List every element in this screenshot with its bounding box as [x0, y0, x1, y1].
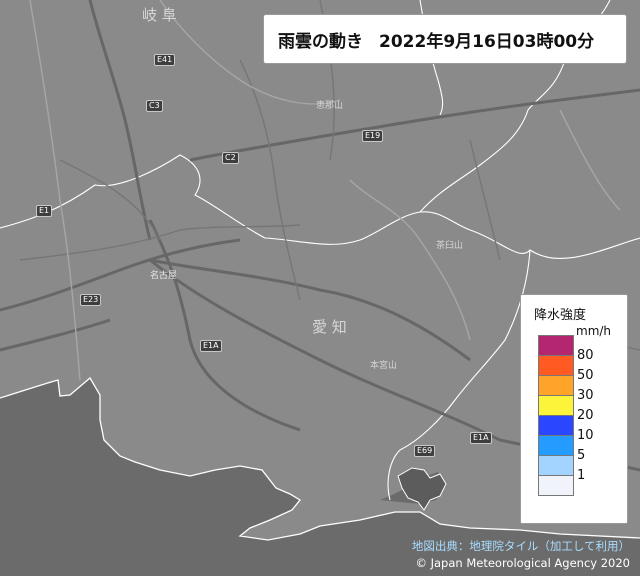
legend-swatch — [538, 395, 574, 416]
legend-swatch — [538, 455, 574, 476]
road-label-c2: C2 — [222, 152, 239, 164]
mountain-label-chausu: 茶臼山 — [436, 241, 464, 251]
legend-swatch — [538, 435, 574, 456]
copyright-text: © Japan Meteorological Agency 2020 — [415, 556, 630, 570]
legend-swatch — [538, 335, 574, 356]
road-label-e1: E1 — [36, 205, 53, 217]
legend-swatches — [538, 335, 574, 496]
legend-label: 80 — [577, 348, 594, 363]
mountain-label-ena: 恵那山 — [316, 101, 344, 111]
title-label: 雨雲の動き — [278, 31, 363, 52]
legend-labels: 80 50 30 20 10 5 1 — [577, 295, 627, 525]
road-label-e41: E41 — [154, 54, 176, 66]
map-credit: 地図出典：地理院タイル（加工して利用） © Japan Meteorologic… — [412, 538, 630, 572]
precipitation-legend: 降水強度 mm/h 80 50 30 20 10 5 1 — [520, 294, 628, 524]
legend-label: 1 — [577, 468, 586, 483]
road-label-e1a: E1A — [200, 340, 222, 352]
legend-swatch — [538, 375, 574, 396]
map-source-link[interactable]: 地図出典：地理院タイル（加工して利用） — [412, 538, 630, 555]
legend-label: 50 — [577, 368, 594, 383]
mountain-label-hongu: 本宮山 — [370, 361, 398, 371]
prefecture-label-aichi: 愛 知 — [312, 318, 347, 336]
legend-swatch — [538, 475, 574, 496]
city-label-nagoya: 名古屋 — [150, 271, 178, 281]
legend-swatch — [538, 355, 574, 376]
road-label-c3: C3 — [146, 100, 163, 112]
road-label-e69: E69 — [414, 445, 436, 457]
legend-label: 20 — [577, 408, 594, 423]
road-label-e19: E19 — [362, 130, 384, 142]
title-datetime: 2022年9月16日03時00分 — [379, 31, 595, 52]
legend-label: 10 — [577, 428, 594, 443]
legend-label: 5 — [577, 448, 586, 463]
road-label-e23: E23 — [80, 294, 102, 306]
road-label-e1a-east: E1A — [470, 432, 492, 444]
legend-label: 30 — [577, 388, 594, 403]
title-box: 雨雲の動き 2022年9月16日03時00分 — [263, 14, 627, 64]
legend-swatch — [538, 415, 574, 436]
prefecture-label-gifu: 岐 阜 — [142, 6, 177, 24]
